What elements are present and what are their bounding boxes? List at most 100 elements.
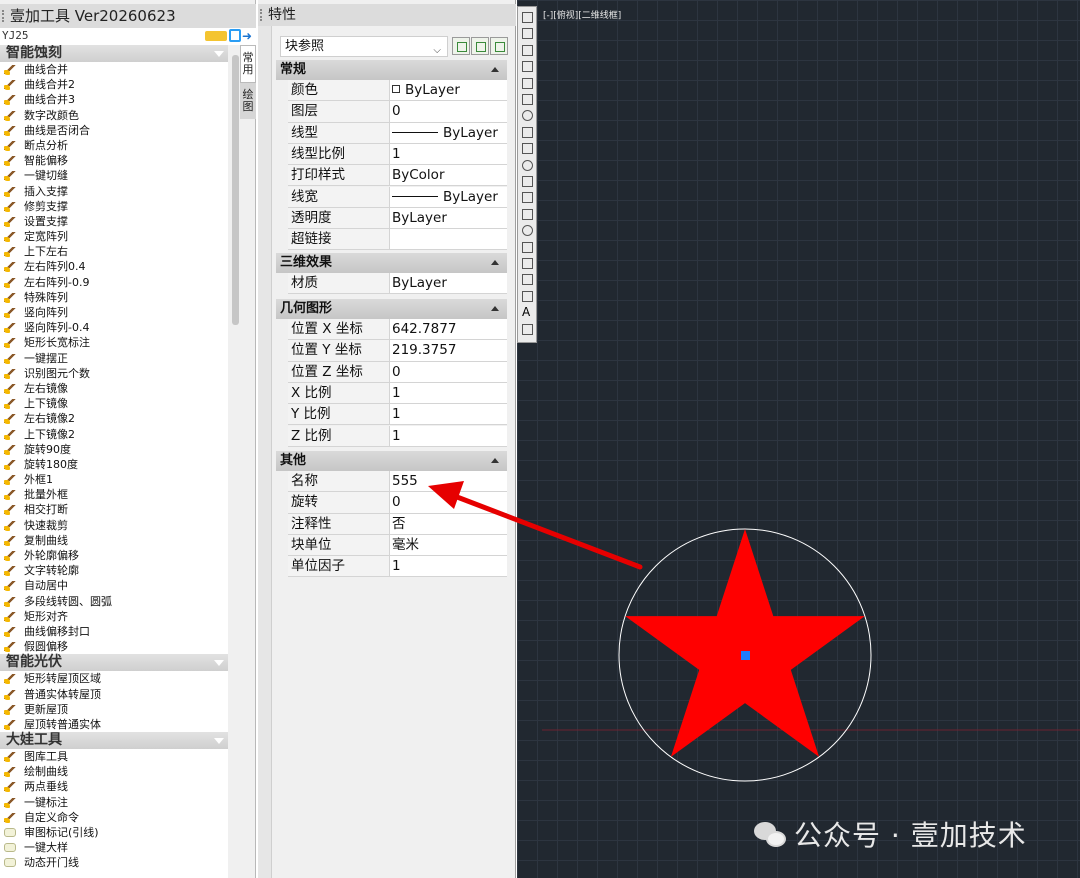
tool-item[interactable]: 修剪支撑 xyxy=(0,199,228,214)
property-row[interactable]: 图层 0 xyxy=(288,101,507,123)
tool-item[interactable]: 一键大样 xyxy=(0,840,228,855)
property-value[interactable]: 1 xyxy=(391,383,507,403)
tool-item[interactable]: 旋转90度 xyxy=(0,442,228,457)
tool-item[interactable]: 上下左右 xyxy=(0,244,228,259)
collapse-arrow-icon[interactable] xyxy=(491,67,499,72)
tool-item[interactable]: 智能偏移 xyxy=(0,153,228,168)
tool-item[interactable]: 假圆偏移 xyxy=(0,639,228,654)
tool-item[interactable]: 快速裁剪 xyxy=(0,518,228,533)
select-objects-icon[interactable] xyxy=(471,37,489,55)
property-value[interactable]: 0 xyxy=(391,362,507,382)
tool-item[interactable]: 左右阵列-0.9 xyxy=(0,275,228,290)
tool-group-header[interactable]: 智能蚀刻 xyxy=(0,45,228,62)
tool-item[interactable]: 特殊阵列 xyxy=(0,290,228,305)
tool-item[interactable]: 矩形对齐 xyxy=(0,609,228,624)
tool-item[interactable]: 插入支撑 xyxy=(0,184,228,199)
tab-common[interactable]: 常用 xyxy=(240,45,256,83)
tool-item[interactable]: 左右镜像2 xyxy=(0,411,228,426)
tool-item[interactable]: 曲线合并2 xyxy=(0,77,228,92)
tool-item[interactable]: 竖向阵列-0.4 xyxy=(0,320,228,335)
property-value[interactable]: 0 xyxy=(391,101,507,121)
tool-item[interactable]: 一键标注 xyxy=(0,795,228,810)
tool-item[interactable]: 上下镜像2 xyxy=(0,427,228,442)
property-section-header[interactable]: 几何图形 xyxy=(276,299,507,319)
property-value[interactable]: 219.3757 xyxy=(391,340,507,360)
property-section-header[interactable]: 三维效果 xyxy=(276,253,507,273)
property-row[interactable]: 线宽 ByLayer xyxy=(288,186,507,208)
property-row[interactable]: 线型比例 1 xyxy=(288,143,507,166)
drag-grip[interactable] xyxy=(2,10,6,22)
property-value[interactable]: ByLayer xyxy=(391,123,507,143)
tool-item[interactable]: 更新屋顶 xyxy=(0,702,228,717)
insertion-grip-icon[interactable] xyxy=(741,651,750,660)
tool-item[interactable]: 定宽阵列 xyxy=(0,229,228,244)
property-row[interactable]: 材质 ByLayer xyxy=(288,273,507,295)
property-value[interactable]: ByLayer xyxy=(391,273,507,293)
tool-item[interactable]: 图库工具 xyxy=(0,749,228,764)
drag-grip[interactable] xyxy=(260,9,264,21)
tool-item[interactable]: 矩形长宽标注 xyxy=(0,335,228,350)
property-value[interactable]: 1 xyxy=(391,144,507,164)
tool-item[interactable]: 自定义命令 xyxy=(0,810,228,825)
tool-group-header[interactable]: 智能光伏 xyxy=(0,654,228,672)
tool-item[interactable]: 旋转180度 xyxy=(0,457,228,472)
property-value[interactable]: ByLayer xyxy=(391,80,507,100)
tab-drawing[interactable]: 绘图 xyxy=(240,83,256,119)
tool-item[interactable]: 相交打断 xyxy=(0,502,228,517)
property-row[interactable]: 透明度 ByLayer xyxy=(288,207,507,230)
edit-icon[interactable] xyxy=(229,29,241,42)
collapse-caret-icon[interactable] xyxy=(214,660,224,667)
tool-item[interactable]: 一键切缝 xyxy=(0,168,228,183)
tool-item[interactable]: 自动居中 xyxy=(0,578,228,593)
property-row[interactable]: 颜色 ByLayer xyxy=(288,80,507,102)
property-row[interactable]: X 比例 1 xyxy=(288,382,507,405)
tool-item[interactable]: 批量外框 xyxy=(0,487,228,502)
property-section-header[interactable]: 其他 xyxy=(276,451,507,471)
tool-item[interactable]: 曲线合并3 xyxy=(0,92,228,107)
tool-item[interactable]: 左右阵列0.4 xyxy=(0,259,228,274)
toggle-pickadd-icon[interactable] xyxy=(452,37,470,55)
tool-item[interactable]: 审图标记(引线) xyxy=(0,825,228,840)
property-row[interactable]: 超链接 xyxy=(288,229,507,251)
property-row[interactable]: Z 比例 1 xyxy=(288,425,507,447)
tool-item[interactable]: 复制曲线 xyxy=(0,533,228,548)
collapse-arrow-icon[interactable] xyxy=(491,260,499,265)
collapse-arrow-icon[interactable] xyxy=(491,458,499,463)
tool-item[interactable]: 设置支撑 xyxy=(0,214,228,229)
block-star[interactable] xyxy=(625,529,865,757)
tool-item[interactable]: 一键摆正 xyxy=(0,351,228,366)
property-row[interactable]: 打印样式 ByColor xyxy=(288,165,507,187)
tool-item[interactable]: 左右镜像 xyxy=(0,381,228,396)
tool-item[interactable]: 曲线是否闭合 xyxy=(0,123,228,138)
property-row[interactable]: Y 比例 1 xyxy=(288,404,507,426)
property-row[interactable]: 位置 X 坐标 642.7877 xyxy=(288,319,507,341)
vip-badge-icon[interactable] xyxy=(205,31,227,41)
tool-list-scrollbar[interactable] xyxy=(231,45,240,878)
tool-item[interactable]: 曲线偏移封口 xyxy=(0,624,228,639)
properties-title[interactable]: 特性 xyxy=(258,4,516,26)
tool-item[interactable]: 普通实体转屋顶 xyxy=(0,687,228,702)
chevron-down-icon[interactable]: ⌵ xyxy=(433,41,441,60)
tool-item[interactable]: 外框1 xyxy=(0,472,228,487)
tool-item[interactable]: 外轮廓偏移 xyxy=(0,548,228,563)
property-row[interactable]: 位置 Z 坐标 0 xyxy=(288,361,507,383)
tool-item[interactable]: 识别图元个数 xyxy=(0,366,228,381)
tool-item[interactable]: 文字转轮廓 xyxy=(0,563,228,578)
property-value[interactable]: 1 xyxy=(391,426,507,446)
property-value[interactable]: ByLayer xyxy=(391,208,507,228)
tool-item[interactable]: 屋顶转普通实体 xyxy=(0,717,228,732)
scrollbar-thumb[interactable] xyxy=(232,55,239,325)
tool-item[interactable]: 上下镜像 xyxy=(0,396,228,411)
quick-select-icon[interactable] xyxy=(490,37,508,55)
collapse-caret-icon[interactable] xyxy=(214,51,224,57)
export-icon[interactable]: ➜ xyxy=(242,30,252,42)
tool-item[interactable]: 曲线合并 xyxy=(0,62,228,77)
tool-item[interactable]: 多段线转圆、圆弧 xyxy=(0,594,228,609)
tool-group-header[interactable]: 大娃工具 xyxy=(0,732,228,750)
collapse-arrow-icon[interactable] xyxy=(491,306,499,311)
property-row[interactable]: 线型 ByLayer xyxy=(288,122,507,144)
tool-item[interactable]: 断点分析 xyxy=(0,138,228,153)
tool-palette-title[interactable]: 壹加工具 Ver20260623 xyxy=(0,4,256,28)
tool-item[interactable]: 动态开门线 xyxy=(0,855,228,870)
property-value[interactable] xyxy=(391,229,507,249)
